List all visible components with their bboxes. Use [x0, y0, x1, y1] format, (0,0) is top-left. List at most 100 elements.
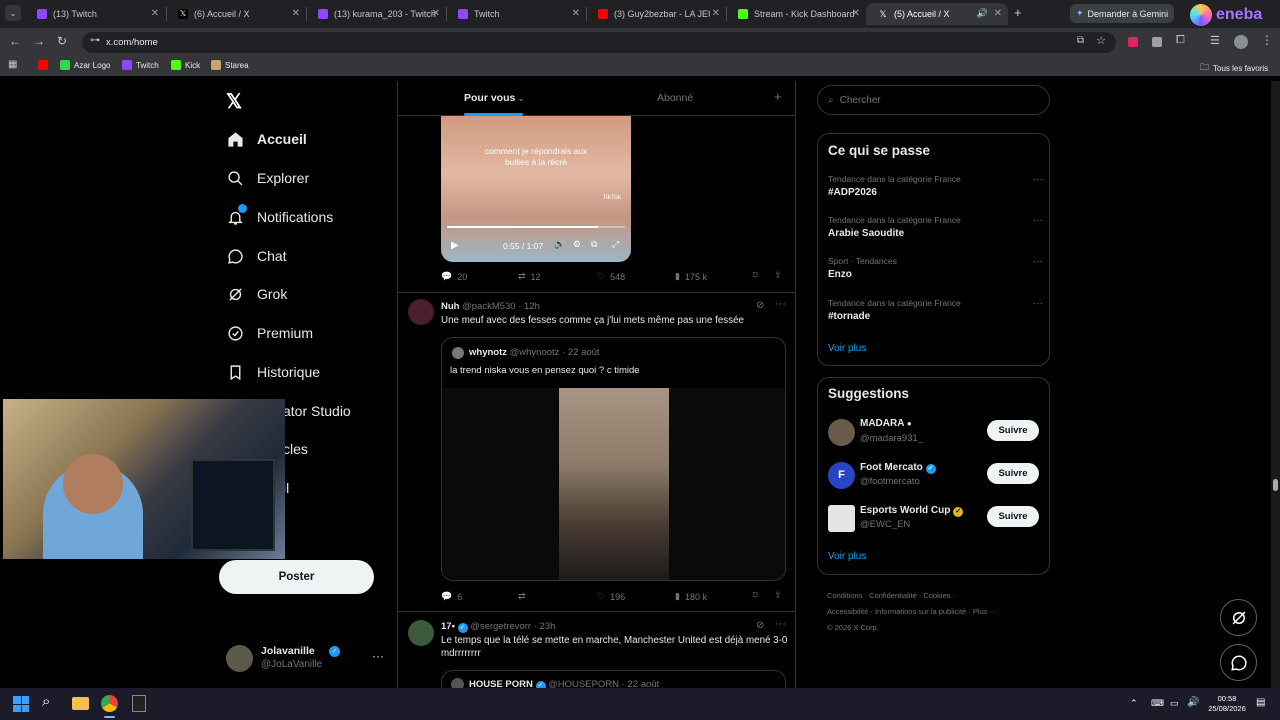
- follow-button[interactable]: Suivre: [987, 420, 1039, 441]
- sidebar-item-accueil[interactable]: Accueil: [226, 127, 307, 151]
- like-action[interactable]: ♡ 548: [597, 271, 625, 282]
- close-icon[interactable]: ✕: [151, 8, 159, 19]
- tab-twitch-3[interactable]: Twitch ✕: [446, 3, 586, 25]
- reload-icon[interactable]: ↻: [57, 34, 67, 48]
- address-bar[interactable]: ⊶ x.com/home ⧉ ☆: [82, 32, 1116, 53]
- avatar[interactable]: F: [828, 462, 855, 489]
- footer-link[interactable]: Accessibilité: [827, 607, 868, 616]
- grok-icon[interactable]: ⊘: [756, 300, 764, 311]
- profile-avatar[interactable]: [1234, 35, 1248, 49]
- more-dots-icon[interactable]: ···: [775, 298, 786, 310]
- footer-link[interactable]: Confidentialité: [869, 591, 917, 600]
- show-more-link[interactable]: Voir plus: [828, 551, 866, 562]
- trend-item[interactable]: Tendance dans la catégorie France #ADP20…: [828, 174, 1043, 204]
- trend-item[interactable]: Tendance dans la catégorie France Arabie…: [828, 215, 1043, 245]
- pip-icon[interactable]: ⧉: [591, 239, 597, 250]
- media-icon[interactable]: ☰: [1210, 34, 1220, 47]
- more-dots-icon[interactable]: ···: [775, 618, 786, 630]
- new-tab-button[interactable]: +: [1014, 5, 1022, 20]
- tab-pour-vous[interactable]: Pour vous ⌄: [464, 92, 524, 104]
- tab-kick[interactable]: Stream - Kick Dashboard ✕: [726, 3, 866, 25]
- tab-abonne[interactable]: Abonné: [657, 92, 693, 104]
- menu-dots-icon[interactable]: ⋮: [1261, 33, 1273, 47]
- like-action[interactable]: ♡ 196: [597, 591, 625, 602]
- tweet-handle[interactable]: @sergetrevorr: [470, 621, 531, 632]
- apps-grid-icon[interactable]: ▦: [8, 59, 17, 70]
- volume-icon[interactable]: 🔊: [554, 239, 565, 250]
- forward-icon[interactable]: →: [33, 34, 45, 48]
- footer-link[interactable]: Cookies: [923, 591, 950, 600]
- avatar[interactable]: [408, 299, 434, 325]
- add-tab-icon[interactable]: +: [774, 89, 782, 104]
- all-bookmarks[interactable]: 🗀 Tous les favoris: [1200, 60, 1268, 76]
- retweet-action[interactable]: ⇄ 12: [518, 271, 541, 282]
- follow-button[interactable]: Suivre: [987, 463, 1039, 484]
- close-icon[interactable]: ✕: [432, 8, 440, 19]
- chrome-icon[interactable]: [101, 695, 118, 712]
- close-icon[interactable]: ✕: [994, 8, 1002, 19]
- close-icon[interactable]: ✕: [572, 8, 580, 19]
- back-icon[interactable]: ←: [9, 34, 21, 48]
- bookmark-youtube[interactable]: [38, 60, 48, 70]
- clock[interactable]: 00:58 25/08/2026: [1207, 694, 1247, 714]
- tab-youtube[interactable]: (3) Guy2bezbar - LA JEUNE✕: [586, 3, 726, 25]
- bookmark-action[interactable]: ⌑: [753, 590, 758, 601]
- sidebar-item-premium[interactable]: Premium: [226, 321, 313, 345]
- page-scrollbar[interactable]: [1271, 81, 1280, 688]
- avatar[interactable]: [828, 419, 855, 446]
- tweet-author[interactable]: 17•: [441, 621, 455, 632]
- bookmark-kick[interactable]: Kick: [171, 60, 200, 70]
- settings-icon[interactable]: ⚙: [573, 239, 581, 250]
- tray-keyboard-icon[interactable]: ⌨: [1151, 698, 1164, 709]
- epic-games-icon[interactable]: [132, 695, 146, 712]
- speaker-icon[interactable]: 🔊: [977, 8, 988, 19]
- search-box[interactable]: ⌕ Chercher: [817, 85, 1050, 115]
- suggestion-name[interactable]: MADARA ●: [860, 418, 912, 429]
- extension-gray-icon[interactable]: [1152, 37, 1162, 47]
- extensions-puzzle-icon[interactable]: ⧠: [1176, 34, 1185, 47]
- tab-twitch-1[interactable]: (13) Twitch ✕: [25, 3, 165, 25]
- reply-action[interactable]: 💬 6: [441, 591, 462, 602]
- sidebar-item-articles[interactable]: cles: [283, 437, 308, 461]
- footer-link[interactable]: Conditions: [827, 591, 862, 600]
- volume-icon[interactable]: 🔊: [1187, 697, 1199, 708]
- footer-link[interactable]: Informations sur la publicité: [875, 607, 966, 616]
- chat-float-button[interactable]: [1220, 644, 1257, 681]
- views-action[interactable]: ▮ 180 k: [675, 591, 707, 602]
- sidebar-item-chat[interactable]: Chat: [226, 244, 287, 268]
- more-dots-icon[interactable]: ···: [1033, 298, 1043, 309]
- search-icon[interactable]: ⌕: [42, 693, 50, 710]
- footer-link[interactable]: Plus ···: [973, 607, 997, 616]
- post-button[interactable]: Poster: [219, 560, 374, 594]
- tweet-handle[interactable]: @packM530: [462, 301, 515, 312]
- quoted-tweet[interactable]: whynotz @whynootz · 22 août la trend nis…: [441, 337, 786, 581]
- tweet-time[interactable]: 12h: [524, 301, 540, 312]
- more-dots-icon[interactable]: ···: [1033, 174, 1043, 185]
- file-explorer-icon[interactable]: [72, 697, 89, 710]
- views-action[interactable]: ▮ 175 k: [675, 271, 707, 282]
- bookmark-star-icon[interactable]: ☆: [1096, 34, 1106, 47]
- install-icon[interactable]: ⧉: [1077, 35, 1084, 46]
- suggestion-name[interactable]: Esports World Cup ✓: [860, 505, 964, 517]
- close-icon[interactable]: ✕: [712, 8, 720, 19]
- avatar[interactable]: [408, 620, 434, 646]
- quoted-tweet[interactable]: HOUSE PORN ✓ @HOUSEPORN · 22 août: [441, 670, 786, 688]
- suggestion-name[interactable]: Foot Mercato ✓: [860, 462, 936, 474]
- more-dots-icon[interactable]: ···: [1033, 256, 1043, 267]
- sidebar-item-historique[interactable]: Historique: [226, 360, 320, 384]
- scrollbar-thumb[interactable]: [1273, 479, 1278, 491]
- trend-item[interactable]: Tendance dans la catégorie France #torna…: [828, 298, 1043, 328]
- close-icon[interactable]: ✕: [292, 8, 300, 19]
- x-logo-icon[interactable]: 𝕏: [226, 89, 242, 114]
- sidebar-item-explorer[interactable]: Explorer: [226, 166, 309, 190]
- tweet-time[interactable]: 23h: [540, 621, 556, 632]
- fullscreen-icon[interactable]: ⤢: [612, 239, 619, 250]
- network-icon[interactable]: ▭: [1170, 698, 1179, 709]
- tab-x-1[interactable]: 𝕏 (6) Accueil / X ✕: [166, 3, 306, 25]
- show-more-link[interactable]: Voir plus: [828, 343, 866, 354]
- play-icon[interactable]: ▶: [451, 240, 459, 251]
- site-info-icon[interactable]: ⊶: [90, 35, 100, 46]
- quote-video[interactable]: [442, 388, 785, 580]
- tab-twitch-2[interactable]: (13) kurama_203 - Twitch ✕: [306, 3, 446, 25]
- extension-red-icon[interactable]: [1128, 37, 1138, 47]
